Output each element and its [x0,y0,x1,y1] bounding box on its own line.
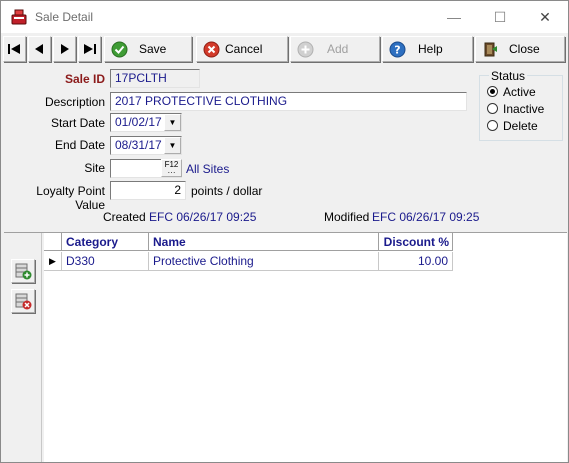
minimize-button[interactable]: — [431,1,477,33]
add-row-icon [15,263,32,280]
created-value: EFC 06/26/17 09:25 [149,210,257,224]
start-date-label: Start Date [50,116,105,130]
status-delete-label: Delete [503,119,538,133]
delete-row-icon [15,293,32,310]
site-label: Site [84,161,105,175]
radio-selected-icon [487,86,498,97]
exit-door-icon [484,42,497,57]
end-date-value: 08/31/17 [115,138,162,152]
loyalty-label: Loyalty Point Value [36,184,105,212]
modified-value: EFC 06/26/17 09:25 [372,210,480,224]
radio-icon [487,120,498,131]
svg-text:?: ? [394,44,400,57]
description-label: Description [44,95,105,109]
cancel-label: Cancel [225,42,263,56]
sale-id-field: 17PCLTH [110,69,200,88]
help-button[interactable]: ? Help [382,36,473,62]
status-inactive-radio[interactable]: Inactive [487,102,544,116]
status-inactive-label: Inactive [503,102,545,116]
status-active-radio[interactable]: Active [487,85,536,99]
add-icon [297,41,314,58]
column-header-discount[interactable]: Discount % [379,233,453,251]
title-bar: Sale Detail — ☐ ✕ [1,1,568,33]
site-lookup-button[interactable]: F12 ··· [161,159,182,177]
row-indicator-header [44,233,62,251]
table-cell-category[interactable]: D330 [62,252,149,271]
row-actions-bar [4,233,42,462]
checkmark-icon [111,41,128,58]
first-record-icon [8,44,20,54]
status-active-label: Active [503,85,536,99]
end-date-dropdown[interactable]: ▼ [164,137,181,154]
column-header-category[interactable]: Category [62,233,149,251]
radio-icon [487,103,498,114]
close-window-button[interactable]: ✕ [522,1,568,33]
last-record-icon [84,44,96,54]
start-date-value: 01/02/17 [115,115,162,129]
loyalty-field[interactable]: 2 [110,181,186,200]
cash-register-icon [11,9,27,25]
cancel-button[interactable]: Cancel [196,36,288,62]
add-label: Add [327,42,349,56]
add-row-button[interactable] [11,259,35,283]
prev-record-icon [35,44,43,54]
table-cell-name[interactable]: Protective Clothing [149,252,379,271]
close-label: Close [509,42,540,56]
help-icon: ? [389,41,406,58]
next-record-icon [61,44,69,54]
delete-row-button[interactable] [11,289,35,313]
description-field[interactable]: 2017 PROTECTIVE CLOTHING [110,92,467,111]
cancel-icon [203,41,220,58]
prev-record-button[interactable] [28,36,51,62]
modified-label: Modified [324,210,370,224]
save-button[interactable]: Save [104,36,192,62]
start-date-dropdown[interactable]: ▼ [164,114,181,131]
category-grid: Category Name Discount % ▶ D330 Protecti… [44,233,567,462]
save-label: Save [139,42,167,56]
column-header-name[interactable]: Name [149,233,379,251]
current-row-pointer-icon: ▶ [44,252,62,271]
sale-detail-window: Sale Detail — ☐ ✕ Save Cancel Add ? Help… [0,0,569,463]
next-record-button[interactable] [53,36,76,62]
status-delete-radio[interactable]: Delete [487,119,538,133]
chevron-down-icon: ▼ [168,118,177,127]
created-label: Created [103,210,146,224]
chevron-down-icon: ▼ [168,141,177,150]
end-date-label: End Date [54,138,105,152]
last-record-button[interactable] [78,36,101,62]
status-group-title: Status [489,69,528,83]
first-record-button[interactable] [3,36,26,62]
site-text: All Sites [186,162,230,176]
sale-id-label: Sale ID [64,72,105,86]
close-button[interactable]: Close [475,36,565,62]
ellipsis-icon: ··· [167,168,176,177]
add-button[interactable]: Add [290,36,380,62]
table-cell-discount[interactable]: 10.00 [379,252,453,271]
loyalty-unit: points / dollar [191,184,263,198]
maximize-button[interactable]: ☐ [477,1,523,33]
help-label: Help [418,42,443,56]
window-title: Sale Detail [35,10,94,24]
